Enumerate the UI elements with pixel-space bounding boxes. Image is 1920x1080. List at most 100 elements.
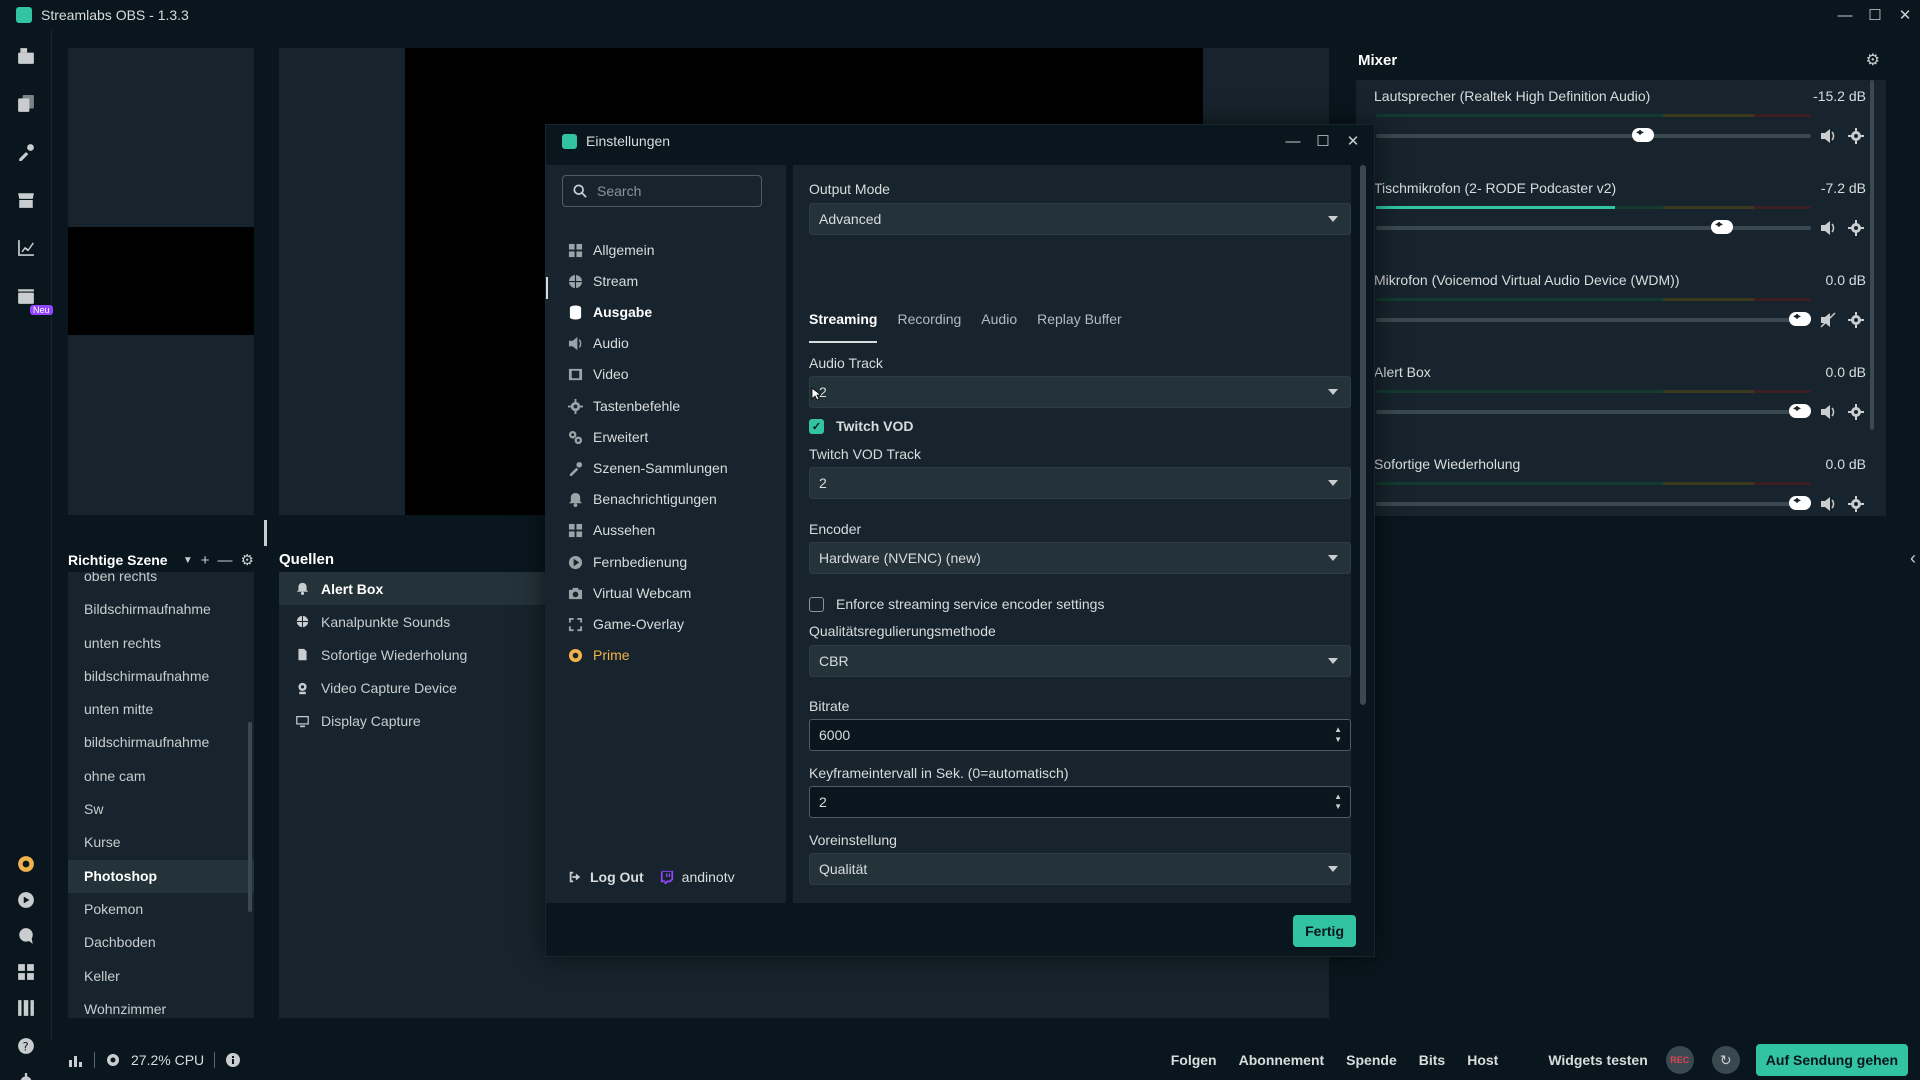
add-scene-button[interactable]: + xyxy=(201,552,210,569)
volume-slider[interactable] xyxy=(1376,311,1811,326)
volume-slider-handle[interactable] xyxy=(1711,219,1733,234)
scene-item[interactable]: bildschirmaufnahme xyxy=(68,726,254,759)
encoder-select[interactable]: Hardware (NVENC) (new) xyxy=(809,542,1351,574)
muted-speaker-icon[interactable] xyxy=(1820,312,1836,328)
tab-recording[interactable]: Recording xyxy=(897,311,961,343)
test-subscription-link[interactable]: Abonnement xyxy=(1239,1052,1325,1068)
scene-item[interactable]: ohne cam xyxy=(68,760,254,793)
tab-replay-buffer[interactable]: Replay Buffer xyxy=(1037,311,1122,343)
tab-audio[interactable]: Audio xyxy=(981,311,1017,343)
dialog-minimize-button[interactable]: — xyxy=(1278,125,1308,157)
highlighter-icon[interactable] xyxy=(16,286,36,306)
replay-buffer-button[interactable]: ↻ xyxy=(1711,1046,1740,1074)
volume-slider[interactable] xyxy=(1376,127,1811,142)
stepper-icon[interactable]: ▲ ▼ xyxy=(1334,792,1342,812)
settings-search[interactable] xyxy=(562,175,762,207)
settings-menu-szenen-sammlungen[interactable]: Szenen-Sammlungen xyxy=(568,458,728,478)
mixer-gear-icon[interactable] xyxy=(1848,220,1864,236)
close-button[interactable]: ✕ xyxy=(1890,0,1920,30)
scene-item[interactable]: Sw xyxy=(68,793,254,826)
test-donation-link[interactable]: Spende xyxy=(1346,1052,1397,1068)
mixer-scrollbar[interactable] xyxy=(1870,80,1874,430)
remove-scene-button[interactable]: — xyxy=(218,552,233,569)
bitrate-input[interactable]: 6000 ▲ ▼ xyxy=(809,719,1351,751)
themes-icon[interactable] xyxy=(16,142,36,162)
editor-icon[interactable] xyxy=(16,46,36,66)
mixer-gear-icon[interactable] xyxy=(1848,404,1864,420)
settings-menu-fernbedienung[interactable]: Fernbedienung xyxy=(568,552,687,572)
keyframe-input[interactable]: 2 ▲ ▼ xyxy=(809,786,1351,818)
chevron-down-icon[interactable]: ▼ xyxy=(183,555,193,566)
source-item[interactable]: Video Capture Device xyxy=(279,672,546,705)
store-icon[interactable] xyxy=(16,190,36,210)
volume-slider-handle[interactable] xyxy=(1789,403,1811,418)
preset-select[interactable]: Qualität xyxy=(809,853,1351,885)
settings-menu-erweitert[interactable]: Erweitert xyxy=(568,427,648,447)
scene-item[interactable]: Dachboden xyxy=(68,926,254,959)
scene-item[interactable]: Wohnzimmer xyxy=(68,993,254,1018)
settings-menu-aussehen[interactable]: Aussehen xyxy=(568,520,655,540)
scene-item[interactable]: Photoshop xyxy=(68,859,254,893)
scene-item[interactable]: unten rechts xyxy=(68,627,254,660)
settings-menu-stream[interactable]: Stream xyxy=(568,271,638,291)
collapse-arrow-icon[interactable]: ‹ xyxy=(1910,548,1916,569)
source-item[interactable]: Alert Box xyxy=(279,572,546,606)
stepper-icon[interactable]: ▲ ▼ xyxy=(1334,725,1342,745)
prime-icon[interactable] xyxy=(16,854,36,874)
settings-menu-prime[interactable]: Prime xyxy=(568,645,630,665)
scene-item[interactable]: bildschirmaufnahme xyxy=(68,660,254,693)
volume-slider-handle[interactable] xyxy=(1789,311,1811,326)
layout-columns-icon[interactable] xyxy=(16,998,36,1018)
scene-collection-title[interactable]: Richtige Szene xyxy=(68,552,168,568)
mixer-gear-icon[interactable]: ⚙ xyxy=(1866,50,1880,70)
apps-grid-icon[interactable] xyxy=(16,962,36,982)
source-item[interactable]: Kanalpunkte Sounds xyxy=(279,605,546,638)
settings-menu-virtual-webcam[interactable]: Virtual Webcam xyxy=(568,583,691,603)
minimize-button[interactable]: — xyxy=(1830,0,1860,30)
chat-icon[interactable] xyxy=(16,926,36,946)
help-icon[interactable]: ? xyxy=(16,1036,36,1056)
volume-slider-handle[interactable] xyxy=(1632,127,1654,142)
info-icon[interactable] xyxy=(225,1052,241,1068)
scene-item[interactable]: Pokemon xyxy=(68,893,254,926)
done-button[interactable]: Fertig xyxy=(1293,915,1356,947)
speaker-icon[interactable] xyxy=(1820,496,1836,512)
speaker-icon[interactable] xyxy=(1820,404,1836,420)
test-follow-link[interactable]: Folgen xyxy=(1171,1052,1217,1068)
speaker-icon[interactable] xyxy=(1820,220,1836,236)
dashboard-chart-icon[interactable] xyxy=(16,238,36,258)
source-item[interactable]: Sofortige Wiederholung xyxy=(279,638,546,671)
mixer-gear-icon[interactable] xyxy=(1848,312,1864,328)
settings-menu-game-overlay[interactable]: Game-Overlay xyxy=(568,614,684,634)
scene-list-scrollbar[interactable] xyxy=(248,722,252,912)
settings-menu-tastenbefehle[interactable]: Tastenbefehle xyxy=(568,396,680,416)
layouts-icon[interactable] xyxy=(16,94,36,114)
settings-gear-icon[interactable] xyxy=(16,1072,36,1080)
maximize-button[interactable]: ☐ xyxy=(1860,0,1890,30)
audio-track-select[interactable]: 2 xyxy=(809,376,1351,408)
scene-item[interactable]: Kurse xyxy=(68,826,254,859)
volume-slider[interactable] xyxy=(1376,495,1811,510)
record-button[interactable]: REC xyxy=(1665,1046,1694,1074)
scene-item[interactable]: oben rechts xyxy=(68,572,254,593)
rate-control-select[interactable]: CBR xyxy=(809,645,1351,677)
resize-handle[interactable] xyxy=(264,520,267,546)
source-item[interactable]: Display Capture xyxy=(279,705,546,738)
scene-item[interactable]: unten mitte xyxy=(68,693,254,726)
test-host-link[interactable]: Host xyxy=(1467,1052,1498,1068)
tab-streaming[interactable]: Streaming xyxy=(809,311,878,343)
twitch-vod-checkbox[interactable]: ✓ Twitch VOD xyxy=(809,418,914,434)
performance-chart-icon[interactable] xyxy=(68,1052,84,1068)
test-bits-link[interactable]: Bits xyxy=(1419,1052,1445,1068)
play-circle-icon[interactable] xyxy=(16,890,36,910)
output-mode-select[interactable]: Advanced xyxy=(809,203,1351,235)
mixer-gear-icon[interactable] xyxy=(1848,128,1864,144)
volume-slider[interactable] xyxy=(1376,219,1811,234)
scene-settings-gear-icon[interactable]: ⚙ xyxy=(241,551,254,569)
settings-menu-allgemein[interactable]: Allgemein xyxy=(568,240,654,260)
twitch-vod-track-select[interactable]: 2 xyxy=(809,467,1351,499)
settings-menu-benachrichtigungen[interactable]: Benachrichtigungen xyxy=(568,489,717,509)
dialog-close-button[interactable]: ✕ xyxy=(1338,125,1368,157)
scene-item[interactable]: Keller xyxy=(68,960,254,993)
search-input[interactable] xyxy=(597,183,757,199)
